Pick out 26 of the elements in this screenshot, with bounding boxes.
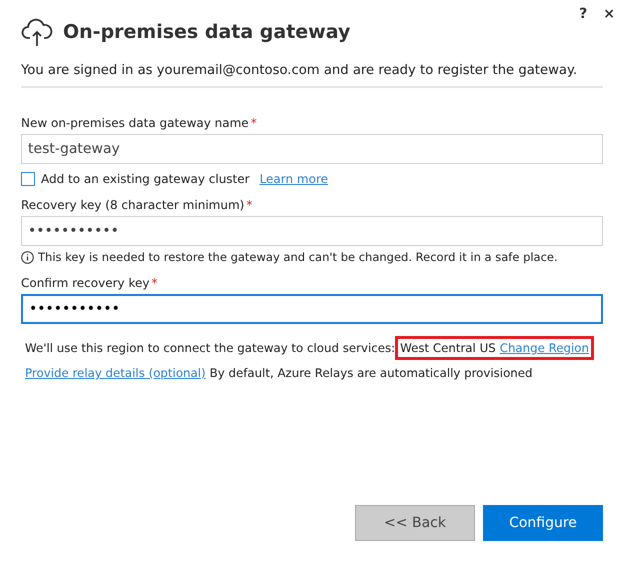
field-label: New on-premises data gateway name: [21, 116, 249, 130]
help-button[interactable]: ?: [577, 6, 590, 22]
input-field[interactable]: •••••••••••: [21, 216, 603, 246]
info-note: This key is needed to restore the gateway and can't be changed. Record it in a safe place.: [38, 250, 558, 264]
learn-more-link[interactable]: Learn more: [260, 172, 328, 186]
relay-details-link[interactable]: Provide relay details (optional): [25, 366, 206, 380]
region-name: West Central US: [400, 341, 496, 355]
signed-in-message: You are signed in as youremail@contoso.com and are ready to register the gateway.: [21, 63, 578, 78]
required-mark: *: [250, 116, 257, 130]
close-button[interactable]: ×: [601, 6, 617, 22]
field-label: Confirm recovery key: [21, 276, 150, 290]
cloud-upload-icon: [21, 17, 53, 47]
required-mark: *: [151, 276, 158, 290]
input-field[interactable]: •••••••••••: [21, 294, 603, 324]
info-icon: [21, 250, 34, 264]
window-title: On-premises data gateway: [63, 21, 350, 43]
region-message: We'll use this region to connect the gateway to cloud services:: [25, 341, 396, 355]
checkbox[interactable]: [21, 172, 35, 186]
configure-button[interactable]: Configure: [483, 505, 603, 541]
relay-message: By default, Azure Relays are automatically provisioned: [210, 366, 533, 380]
input-field[interactable]: test-gateway: [21, 134, 603, 164]
required-mark: *: [246, 198, 252, 212]
field-label: Recovery key (8 character minimum): [21, 198, 244, 212]
checkbox-label: Add to an existing gateway cluster: [41, 172, 250, 186]
change-region-link[interactable]: Change Region: [500, 341, 590, 355]
back-button[interactable]: << Back: [355, 505, 475, 541]
